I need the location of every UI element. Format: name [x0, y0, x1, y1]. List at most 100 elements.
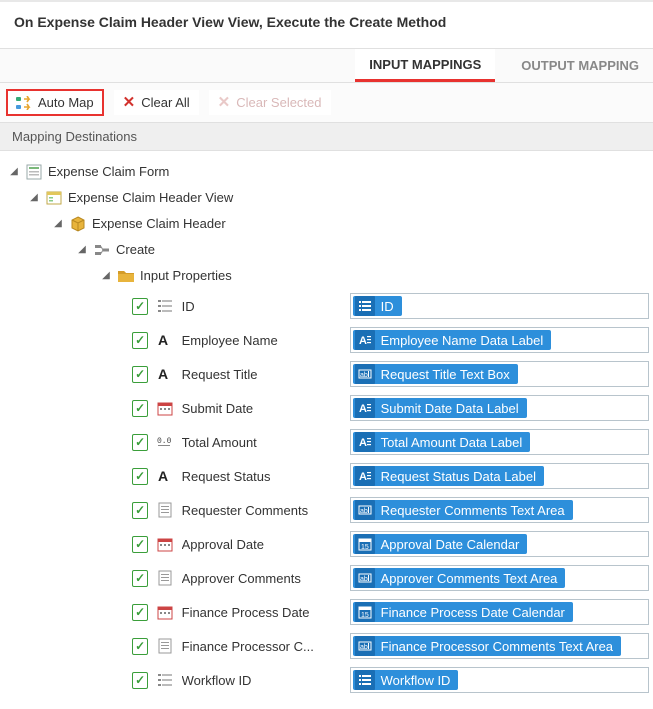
chip-label: Requester Comments Text Area — [381, 503, 565, 518]
chip-type-icon: ab — [355, 500, 375, 520]
svg-text:A: A — [359, 471, 367, 483]
chip-label: Workflow ID — [381, 673, 451, 688]
property-row: ✓ Requester Comments ab Requester Comments … — [4, 493, 649, 527]
chip-label: Request Status Data Label — [381, 469, 536, 484]
property-checkbox[interactable]: ✓ — [132, 570, 148, 587]
mapping-value-input[interactable]: A Request Status Data Label — [350, 463, 649, 489]
chip-label: Approver Comments Text Area — [381, 571, 558, 586]
property-label: Requester Comments — [182, 503, 342, 518]
property-checkbox[interactable]: ✓ — [132, 298, 148, 315]
property-type-icon: A — [156, 467, 173, 485]
collapse-icon[interactable]: ◢ — [28, 192, 40, 204]
property-type-icon: 0.0 — [156, 433, 173, 451]
mapping-chip[interactable]: ab Request Title Text Box — [353, 364, 518, 384]
mapping-value-input[interactable]: ATotal Amount Data Label — [350, 429, 649, 455]
mapping-chip[interactable]: ID — [353, 296, 402, 316]
svg-text:15: 15 — [361, 544, 369, 551]
automap-icon — [16, 96, 32, 110]
tree-node-method[interactable]: ◢ Create — [4, 237, 649, 263]
property-checkbox[interactable]: ✓ — [132, 638, 148, 655]
mapping-value-input[interactable]: A Employee Name Data Label — [350, 327, 649, 353]
mapping-chip[interactable]: 15Finance Process Date Calendar — [353, 602, 573, 622]
clear-all-button[interactable]: ✕ Clear All — [114, 90, 199, 115]
property-checkbox[interactable]: ✓ — [132, 434, 148, 451]
property-checkbox[interactable]: ✓ — [132, 332, 148, 349]
chip-label: Total Amount Data Label — [381, 435, 523, 450]
property-label: Total Amount — [182, 435, 342, 450]
property-checkbox[interactable]: ✓ — [132, 502, 148, 519]
property-checkbox[interactable]: ✓ — [132, 604, 148, 621]
svg-text:ab: ab — [360, 644, 368, 651]
tree-node-label: Input Properties — [140, 266, 232, 286]
property-row: ✓ Approver Comments ab Approver Comments Te… — [4, 561, 649, 595]
mapping-chip[interactable]: Workflow ID — [353, 670, 459, 690]
toolbar: Auto Map ✕ Clear All ✕ Clear Selected — [0, 82, 653, 123]
tab-input-mappings[interactable]: INPUT MAPPINGS — [355, 49, 495, 82]
mapping-value-input[interactable]: 15 Approval Date Calendar — [350, 531, 649, 557]
rule-title: On Expense Claim Header View View, Execu… — [0, 0, 653, 48]
property-type-icon: A — [156, 331, 173, 349]
mapping-value-input[interactable]: ab Requester Comments Text Area — [350, 497, 649, 523]
clear-selected-button: ✕ Clear Selected — [209, 90, 331, 115]
property-type-icon — [156, 535, 173, 553]
mapping-chip[interactable]: ab Approver Comments Text Area — [353, 568, 566, 588]
mapping-tabs: INPUT MAPPINGS OUTPUT MAPPING — [0, 48, 653, 82]
mapping-value-input[interactable]: Workflow ID — [350, 667, 649, 693]
mapping-destinations-header: Mapping Destinations — [0, 123, 653, 151]
property-label: Approver Comments — [182, 571, 342, 586]
mapping-value-input[interactable]: 15Finance Process Date Calendar — [350, 599, 649, 625]
tab-output-mappings[interactable]: OUTPUT MAPPING — [507, 49, 653, 82]
svg-text:A: A — [359, 335, 367, 347]
property-row: ✓ARequest StatusARequest Status Data Lab… — [4, 459, 649, 493]
mapping-chip[interactable]: A Request Status Data Label — [353, 466, 544, 486]
mapping-value-input[interactable]: ASubmit Date Data Label — [350, 395, 649, 421]
mapping-chip[interactable]: ASubmit Date Data Label — [353, 398, 527, 418]
property-row: ✓Submit DateASubmit Date Data Label — [4, 391, 649, 425]
mapping-value-input[interactable]: ab Approver Comments Text Area — [350, 565, 649, 591]
mapping-value-input[interactable]: ID — [350, 293, 649, 319]
mapping-value-input[interactable]: ab Request Title Text Box — [350, 361, 649, 387]
property-label: Request Title — [182, 367, 342, 382]
tree-node-form[interactable]: ◢ Expense Claim Form — [4, 159, 649, 185]
property-type-icon — [156, 637, 173, 655]
tree-node-label: Expense Claim Header — [92, 214, 226, 234]
clear-all-icon: ✕ — [123, 95, 136, 110]
collapse-icon[interactable]: ◢ — [52, 218, 64, 230]
property-checkbox[interactable]: ✓ — [132, 400, 148, 417]
collapse-icon[interactable]: ◢ — [8, 166, 20, 178]
collapse-icon[interactable]: ◢ — [100, 270, 112, 282]
automap-button[interactable]: Auto Map — [6, 89, 104, 116]
chip-type-icon: ab — [355, 568, 375, 588]
mapping-chip[interactable]: A Employee Name Data Label — [353, 330, 552, 350]
property-checkbox[interactable]: ✓ — [132, 366, 148, 383]
mapping-chip[interactable]: ab Requester Comments Text Area — [353, 500, 573, 520]
mapping-value-input[interactable]: abFinance Processor Comments Text Area — [350, 633, 649, 659]
property-label: ID — [182, 299, 342, 314]
chip-label: Employee Name Data Label — [381, 333, 544, 348]
property-checkbox[interactable]: ✓ — [132, 672, 148, 689]
tree-node-label: Create — [116, 240, 155, 260]
property-checkbox[interactable]: ✓ — [132, 536, 148, 553]
property-type-icon — [156, 399, 173, 417]
collapse-icon[interactable]: ◢ — [76, 244, 88, 256]
chip-label: Approval Date Calendar — [381, 537, 520, 552]
property-type-icon: A — [156, 365, 173, 383]
chip-label: Request Title Text Box — [381, 367, 510, 382]
tree-node-smartobject[interactable]: ◢ Expense Claim Header — [4, 211, 649, 237]
chip-type-icon: A — [355, 330, 375, 350]
svg-text:A: A — [158, 366, 168, 382]
tree-node-input-properties[interactable]: ◢ Input Properties — [4, 263, 649, 289]
mapping-chip[interactable]: 15 Approval Date Calendar — [353, 534, 528, 554]
property-row: ✓ ID ID — [4, 289, 649, 323]
tab-chevron-icon — [495, 49, 507, 83]
svg-text:0.0: 0.0 — [157, 437, 172, 446]
tree-node-view[interactable]: ◢ Expense Claim Header View — [4, 185, 649, 211]
property-type-icon — [156, 501, 173, 519]
tree-node-label: Expense Claim Form — [48, 162, 169, 182]
property-checkbox[interactable]: ✓ — [132, 468, 148, 485]
property-type-icon — [156, 297, 173, 315]
mapping-chip[interactable]: ATotal Amount Data Label — [353, 432, 531, 452]
mapping-chip[interactable]: abFinance Processor Comments Text Area — [353, 636, 621, 656]
chip-type-icon — [355, 296, 375, 316]
svg-text:ab: ab — [360, 372, 368, 379]
